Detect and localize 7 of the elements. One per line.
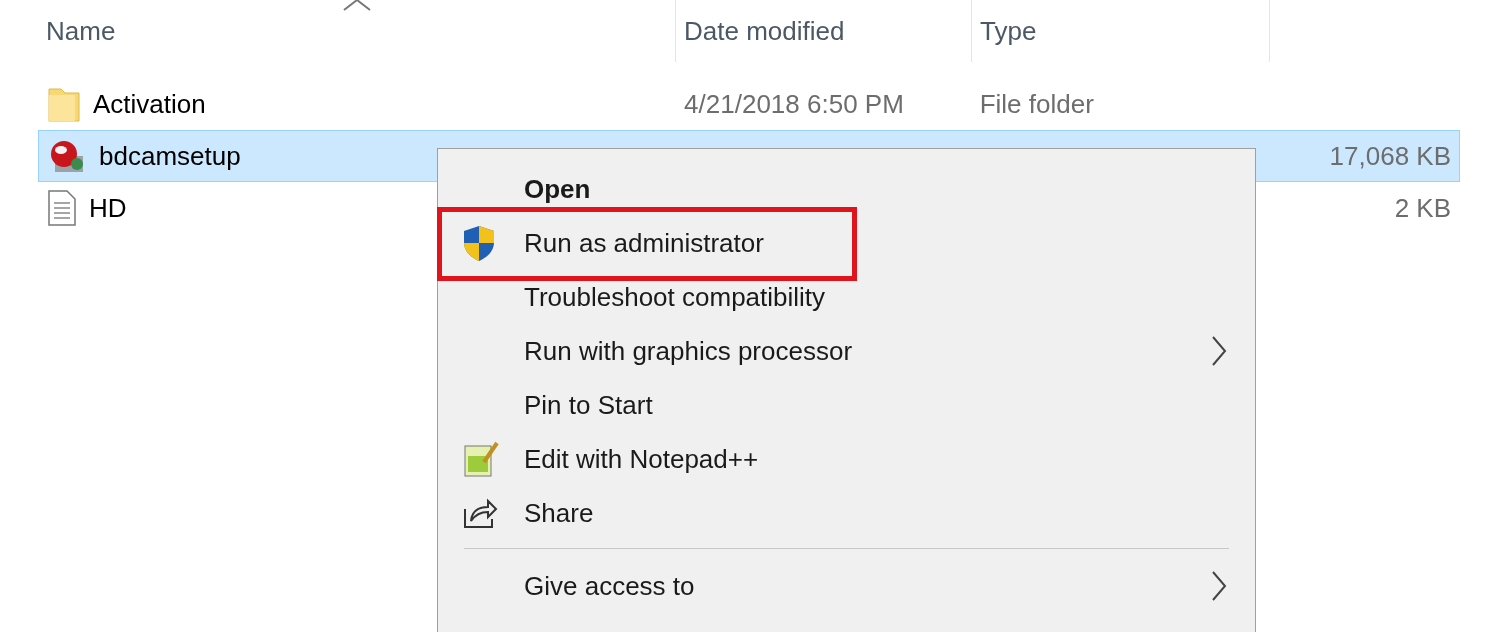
file-type: File folder	[979, 88, 1094, 120]
file-name: HD	[89, 192, 127, 224]
file-size: 17,068 KB	[1329, 140, 1451, 172]
file-name: bdcamsetup	[99, 140, 241, 172]
file-name: Activation	[93, 88, 206, 120]
file-size: 2 KB	[1394, 192, 1451, 224]
date-modified: 4/21/2018 6:50 PM	[684, 88, 904, 120]
